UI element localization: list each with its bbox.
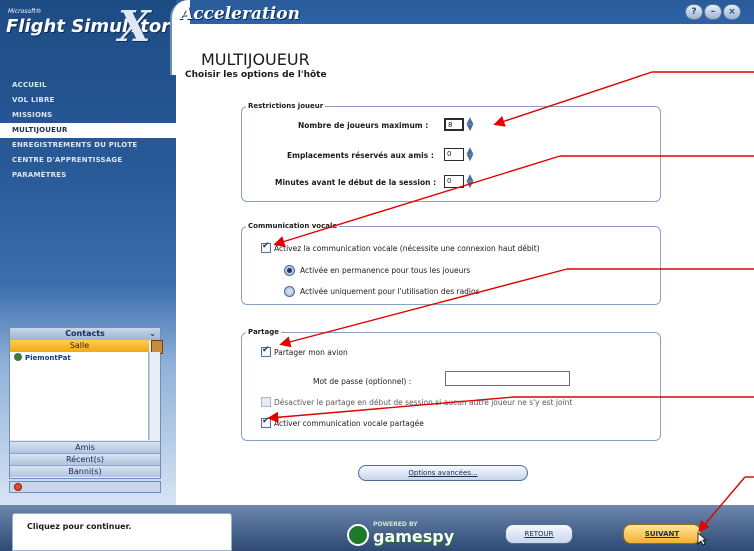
window-controls: ? – × [684, 4, 746, 22]
minimize-icon[interactable]: – [704, 4, 722, 20]
nav-item-accueil[interactable]: ACCUEIL [0, 78, 176, 93]
status-dot-icon[interactable] [14, 483, 22, 491]
left-panel: Microsoft® Flight Simulator X ACCUEIL VO… [0, 0, 176, 520]
edition-title: Acceleration [180, 4, 300, 24]
nav-item-centre-apprentissage[interactable]: CENTRE D'APPRENTISSAGE [0, 153, 176, 168]
close-icon[interactable]: × [723, 4, 741, 20]
nav-item-enregistrements[interactable]: ENREGISTREMENTS DU PILOTE [0, 138, 176, 153]
tab-salle[interactable]: Salle [10, 340, 149, 352]
password-label: Mot de passe (optionnel) : [313, 377, 412, 386]
voice-enable-checkbox[interactable] [261, 241, 271, 253]
max-players-input[interactable]: 8 [444, 118, 464, 131]
disable-share-label: Désactiver le partage en début de sessio… [274, 398, 573, 407]
chevron-down-icon[interactable]: ⌄ [149, 328, 156, 340]
next-button[interactable]: SUIVANT [623, 524, 701, 544]
gamespy-icon [347, 524, 369, 546]
reserved-slots-spinner[interactable]: ▲ ▼ [465, 147, 475, 163]
max-players-label: Nombre de joueurs maximum : [298, 121, 429, 130]
gamespy-name: gamespy [373, 527, 455, 546]
nav-item-vol-libre[interactable]: VOL LIBRE [0, 93, 176, 108]
nav-item-missions[interactable]: MISSIONS [0, 108, 176, 123]
contact-scrollbar[interactable] [149, 352, 160, 440]
voice-radio-only-label: Activée uniquement pour l'utilisation de… [300, 287, 480, 296]
app-logo: Microsoft® Flight Simulator X [6, 2, 171, 52]
nav-item-multijoueur[interactable]: MULTIJOUEUR [0, 123, 176, 138]
reserved-slots-input[interactable]: 0 [444, 148, 464, 161]
shared-voice-checkbox[interactable] [261, 416, 271, 428]
tab-recents[interactable]: Récent(s) [10, 453, 160, 465]
share-plane-checkbox[interactable] [261, 345, 271, 357]
advanced-options-button[interactable]: Options avancées... [358, 465, 528, 481]
main-content: MULTIJOUEUR Choisir les options de l'hôt… [176, 40, 754, 520]
page-subtitle: Choisir les options de l'hôte [185, 70, 327, 80]
back-button[interactable]: RETOUR [505, 524, 573, 544]
password-field[interactable] [445, 371, 570, 386]
voice-always-radio[interactable] [284, 265, 295, 276]
sharing-legend: Partage [248, 328, 279, 336]
reserved-slots-label: Emplacements réservés aux amis : [287, 151, 434, 160]
status-box: Cliquez pour continuer. [12, 513, 232, 551]
nav-item-parametres[interactable]: PARAMÈTRES [0, 168, 176, 183]
minutes-input[interactable]: 0 [444, 175, 464, 188]
gamespy-logo: POWERED BY gamespy [347, 521, 454, 547]
tab-amis[interactable]: Amis [10, 441, 160, 453]
brand-x: X [118, 2, 151, 51]
status-text: Cliquez pour continuer. [27, 522, 132, 531]
minutes-spinner[interactable]: ▲ ▼ [465, 174, 475, 190]
contact-list: PiemontPat [10, 352, 149, 440]
disable-share-checkbox[interactable] [261, 397, 271, 407]
help-icon[interactable]: ? [685, 4, 703, 20]
voice-radio-only-radio[interactable] [284, 286, 295, 297]
voice-always-label: Activée en permanence pour tous les joue… [300, 266, 471, 275]
brand-microsoft: Microsoft® [8, 8, 42, 15]
contact-name: PiemontPat [25, 354, 71, 362]
share-plane-label: Partager mon avion [274, 348, 348, 357]
restrictions-legend: Restrictions joueur [248, 102, 324, 110]
cursor-icon [697, 532, 708, 546]
minutes-label: Minutes avant le début de la session : [275, 178, 437, 187]
user-icon [14, 353, 22, 361]
tab-bannis[interactable]: Banni(s) [10, 465, 160, 477]
list-item[interactable]: PiemontPat [10, 352, 148, 364]
contacts-toolbar [9, 481, 161, 493]
main-nav: ACCUEIL VOL LIBRE MISSIONS MULTIJOUEUR E… [0, 78, 176, 183]
contacts-header[interactable]: Contacts ⌄ [10, 328, 160, 340]
voice-legend: Communication vocale [248, 222, 338, 230]
voice-enable-label: Activez la communication vocale (nécessi… [274, 244, 540, 253]
page-title: MULTIJOUEUR [201, 50, 310, 69]
contacts-title: Contacts [65, 329, 105, 338]
contacts-panel: Contacts ⌄ Salle PiemontPat Amis Récent(… [9, 327, 163, 479]
max-players-spinner[interactable]: ▲ ▼ [465, 117, 475, 133]
shared-voice-label: Activer communication vocale partagée [274, 419, 424, 428]
